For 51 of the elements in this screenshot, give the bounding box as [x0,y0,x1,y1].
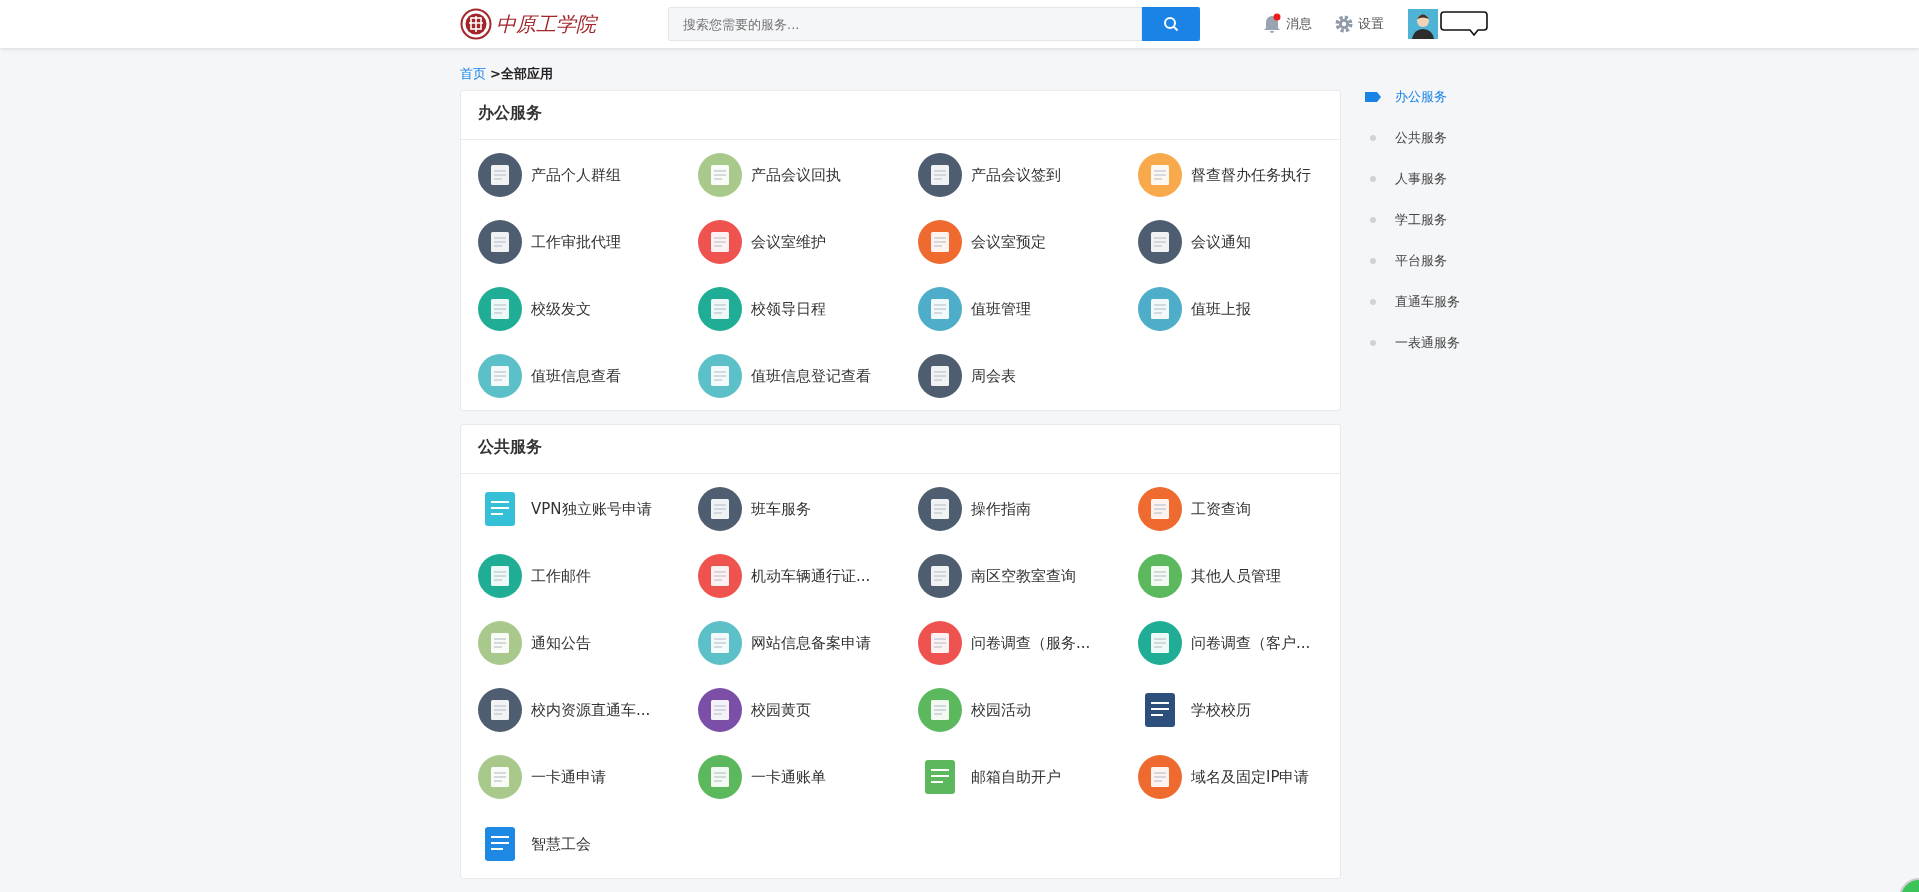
app-link[interactable]: 工作审批代理 [478,208,698,276]
settings-link[interactable]: 设置 [1334,14,1384,34]
side-nav-item[interactable]: 办公服务 [1365,76,1460,117]
app-link[interactable]: 校级发文 [478,275,698,343]
app-link[interactable]: 其他人员管理 [1138,542,1358,610]
logo-text[interactable]: 中原工学院 [496,9,596,39]
app-link[interactable]: 一卡通申请 [478,743,698,811]
side-nav-item[interactable]: 一表通服务 [1365,322,1460,363]
app-link[interactable]: 督查督办任务执行 [1138,141,1358,209]
app-link[interactable]: 值班上报 [1138,275,1358,343]
app-link[interactable]: 邮箱自助开户 [918,743,1138,811]
app-link[interactable]: 产品会议签到 [918,141,1138,209]
app-link[interactable]: 产品会议回执 [698,141,918,209]
side-nav-item[interactable]: 学工服务 [1365,199,1460,240]
side-nav-item[interactable]: 平台服务 [1365,240,1460,281]
app-link[interactable]: 通知公告 [478,609,698,677]
breadcrumb-link[interactable]: 首页 [460,64,486,84]
app-link[interactable]: 校园活动 [918,676,1138,744]
app-link[interactable]: 校内资源直通车... [478,676,698,744]
breadcrumb-current: >全部应用 [490,65,553,83]
app-link[interactable]: VPN独立账号申请 [478,475,698,543]
section-title: 办公服务 [461,90,1340,140]
app-link[interactable]: 班车服务 [698,475,918,543]
app-link[interactable]: 会议通知 [1138,208,1358,276]
app-link[interactable]: 问卷调查（客户... [1138,609,1358,677]
app-link[interactable]: 产品个人群组 [478,141,698,209]
app-link[interactable]: 问卷调查（服务... [918,609,1138,677]
app-link[interactable]: 校园黄页 [698,676,918,744]
app-link[interactable]: 值班信息查看 [478,342,698,410]
app-link[interactable]: 值班信息登记查看 [698,342,918,410]
app-link[interactable]: 周会表 [918,342,1138,410]
app-link[interactable]: 网站信息备案申请 [698,609,918,677]
app-link[interactable]: 工资查询 [1138,475,1358,543]
app-link[interactable]: 域名及固定IP申请 [1138,743,1358,811]
app-link[interactable]: 工作邮件 [478,542,698,610]
app-link[interactable]: 值班管理 [918,275,1138,343]
app-link[interactable]: 校领导日程 [698,275,918,343]
app-link[interactable]: 智慧工会 [478,810,698,878]
app-link[interactable]: 机动车辆通行证... [698,542,918,610]
app-link[interactable]: 会议室维护 [698,208,918,276]
side-nav-item[interactable]: 人事服务 [1365,158,1460,199]
section-title: 公共服务 [461,424,1340,474]
search-field[interactable]: 搜索您需要的服务... [668,7,1142,41]
side-nav-item[interactable]: 公共服务 [1365,117,1460,158]
app-link[interactable]: 南区空教室查询 [918,542,1138,610]
messages-link[interactable]: 消息 [1262,13,1312,35]
app-link[interactable]: 一卡通账单 [698,743,918,811]
app-link[interactable]: 操作指南 [918,475,1138,543]
side-nav-item[interactable]: 直通车服务 [1365,281,1460,322]
app-link[interactable]: 会议室预定 [918,208,1138,276]
app-link[interactable]: 学校校历 [1138,676,1358,744]
